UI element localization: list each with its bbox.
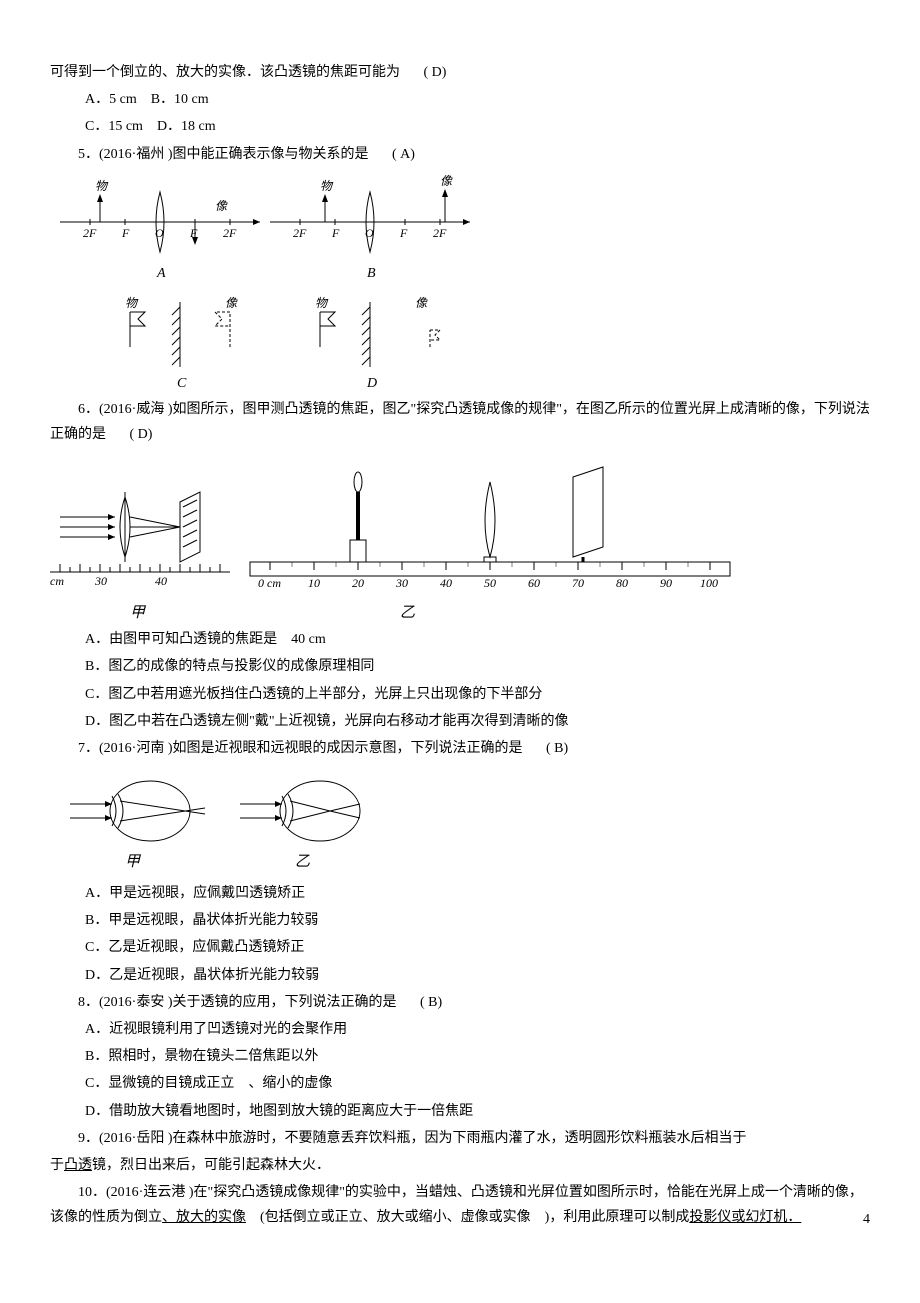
- q6-text: 6．(2016·威海 )如图所示，图甲测凸透镜的焦距，图乙"探究凸透镜成像的规律…: [50, 402, 870, 442]
- q6-opt-d: D．图乙中若在凸透镜左侧"戴"上近视镜，光屏向右移动才能再次得到清晰的像: [50, 709, 870, 734]
- intro-line: 可得到一个倒立的、放大的实像．该凸透镜的焦距可能为 ( D): [50, 60, 870, 85]
- obj-label-d: 物: [315, 296, 329, 310]
- q5a-o: O: [155, 226, 164, 240]
- q5b-f1: F: [331, 226, 340, 240]
- q7-yi: 乙: [295, 854, 310, 870]
- q9-text-b: 镜，烈日出来后，可能引起森林大火．: [92, 1158, 330, 1173]
- q9-underline1: 凸透: [64, 1158, 92, 1173]
- q6-jia: 甲: [130, 605, 147, 621]
- intro-text: 可得到一个倒立的、放大的实像．该凸透镜的焦距可能为: [50, 65, 400, 80]
- q6y-70: 70: [572, 576, 584, 590]
- q5b-f2: F: [399, 226, 408, 240]
- q6-opt-b: B．图乙的成像的特点与投影仪的成像原理相同: [50, 654, 870, 679]
- q5b-o: O: [365, 226, 374, 240]
- q8-text: 8．(2016·泰安 )关于透镜的应用，下列说法正确的是: [78, 995, 397, 1010]
- q7-diagram: 甲 乙: [50, 766, 870, 876]
- q7-text-line: 7．(2016·河南 )如图是近视眼和远视眼的成因示意图，下列说法正确的是 ( …: [50, 736, 870, 761]
- q6-diagram: cm 30 40 甲 0 cm 10 20 30 40 50 60 70: [50, 452, 870, 622]
- q9-line: 9．(2016·岳阳 )在森林中旅游时，不要随意丢弃饮料瓶，因为下雨瓶内灌了水，…: [50, 1126, 870, 1151]
- q5b-2f1: 2F: [293, 226, 307, 240]
- q7-opt-d: D．乙是近视眼，晶状体折光能力较弱: [50, 963, 870, 988]
- q7-opt-a: A．甲是远视眼，应佩戴凹透镜矫正: [50, 881, 870, 906]
- q5-label-a: A: [156, 266, 166, 281]
- q5b-2f2: 2F: [433, 226, 447, 240]
- q5-text: 5．(2016·福州 )图中能正确表示像与物关系的是: [78, 147, 369, 162]
- q7-svg: 甲 乙: [50, 766, 400, 876]
- q9-text-a: 9．(2016·岳阳 )在森林中旅游时，不要随意丢弃饮料瓶，因为下雨瓶内灌了水，…: [78, 1131, 746, 1146]
- q6y-50: 50: [484, 576, 496, 590]
- q5a-f1: F: [121, 226, 130, 240]
- img-label-c: 像: [225, 296, 238, 310]
- obj-label-c: 物: [125, 296, 139, 310]
- q6-answer: ( D): [130, 427, 153, 442]
- q6y-30: 30: [395, 576, 408, 590]
- q5a-2f1: 2F: [83, 226, 97, 240]
- q7-opt-c: C．乙是近视眼，应佩戴凸透镜矫正: [50, 935, 870, 960]
- q8-opt-b: B．照相时，景物在镜头二倍焦距以外: [50, 1044, 870, 1069]
- q6y-20: 20: [352, 576, 364, 590]
- q7-jia: 甲: [125, 854, 142, 870]
- q6y-60: 60: [528, 576, 540, 590]
- q5-diagrams: 物 像 2F F O F 2F A 物 像: [50, 172, 870, 392]
- q8-opt-c: C．显微镜的目镜成正立 、缩小的虚像: [50, 1071, 870, 1096]
- q6y-90: 90: [660, 576, 672, 590]
- q6y-0: 0 cm: [258, 576, 281, 590]
- q8-text-line: 8．(2016·泰安 )关于透镜的应用，下列说法正确的是 ( B): [50, 990, 870, 1015]
- page-number: 4: [863, 1207, 870, 1232]
- q6-opt-c: C．图乙中若用遮光板挡住凸透镜的上半部分，光屏上只出现像的下半部分: [50, 682, 870, 707]
- q9-line2: 于凸透镜，烈日出来后，可能引起森林大火．: [50, 1153, 870, 1178]
- obj-label-b: 物: [320, 179, 334, 193]
- q10-u2: 投影仪或幻灯机．: [689, 1210, 801, 1225]
- q6-yi: 乙: [400, 605, 415, 621]
- q5a-2f2: 2F: [223, 226, 237, 240]
- q6y-80: 80: [616, 576, 628, 590]
- q5-answer: ( A): [392, 147, 415, 162]
- obj-label-a: 物: [95, 179, 109, 193]
- q6-r30: 30: [94, 574, 107, 588]
- q5a-f2: F: [189, 226, 198, 240]
- img-label-b: 像: [440, 174, 453, 188]
- img-label-a: 像: [215, 199, 228, 213]
- img-label-d: 像: [415, 296, 428, 310]
- q6-text-line: 6．(2016·威海 )如图所示，图甲测凸透镜的焦距，图乙"探究凸透镜成像的规律…: [50, 397, 870, 447]
- q10-text-b: (包括倒立或正立、放大或缩小、虚像或实像 )，利用此原理可以制成: [260, 1210, 689, 1225]
- q7-opt-b: B．甲是远视眼，晶状体折光能力较弱: [50, 908, 870, 933]
- q7-text: 7．(2016·河南 )如图是近视眼和远视眼的成因示意图，下列说法正确的是: [78, 741, 523, 756]
- q10-line: 10．(2016·连云港 )在"探究凸透镜成像规律"的实验中，当蜡烛、凸透镜和光…: [50, 1180, 870, 1230]
- q8-answer: ( B): [420, 995, 442, 1010]
- q6-r40: 40: [155, 574, 167, 588]
- q6-opt-a: A．由图甲可知凸透镜的焦距是 40 cm: [50, 627, 870, 652]
- q5-text-line: 5．(2016·福州 )图中能正确表示像与物关系的是 ( A): [50, 142, 870, 167]
- q6y-100: 100: [700, 576, 718, 590]
- q9-cont: 于: [50, 1158, 64, 1173]
- q7-answer: ( B): [546, 741, 568, 756]
- q4-options-2: C．15 cm D．18 cm: [50, 114, 870, 139]
- q5-label-b: B: [367, 266, 376, 281]
- q5-label-d: D: [366, 376, 377, 391]
- q4-options-1: A．5 cm B．10 cm: [50, 87, 870, 112]
- q6y-10: 10: [308, 576, 320, 590]
- q5-label-c: C: [177, 376, 187, 391]
- q10-u1: 、放大的实像: [162, 1210, 246, 1225]
- intro-answer: ( D): [424, 65, 447, 80]
- q6-cm: cm: [50, 574, 64, 588]
- q6y-40: 40: [440, 576, 452, 590]
- q8-opt-a: A．近视眼镜利用了凹透镜对光的会聚作用: [50, 1017, 870, 1042]
- q6-svg: cm 30 40 甲 0 cm 10 20 30 40 50 60 70: [50, 452, 750, 622]
- q8-opt-d: D．借助放大镜看地图时，地图到放大镜的距离应大于一倍焦距: [50, 1099, 870, 1124]
- q5-svg: 物 像 2F F O F 2F A 物 像: [50, 172, 480, 392]
